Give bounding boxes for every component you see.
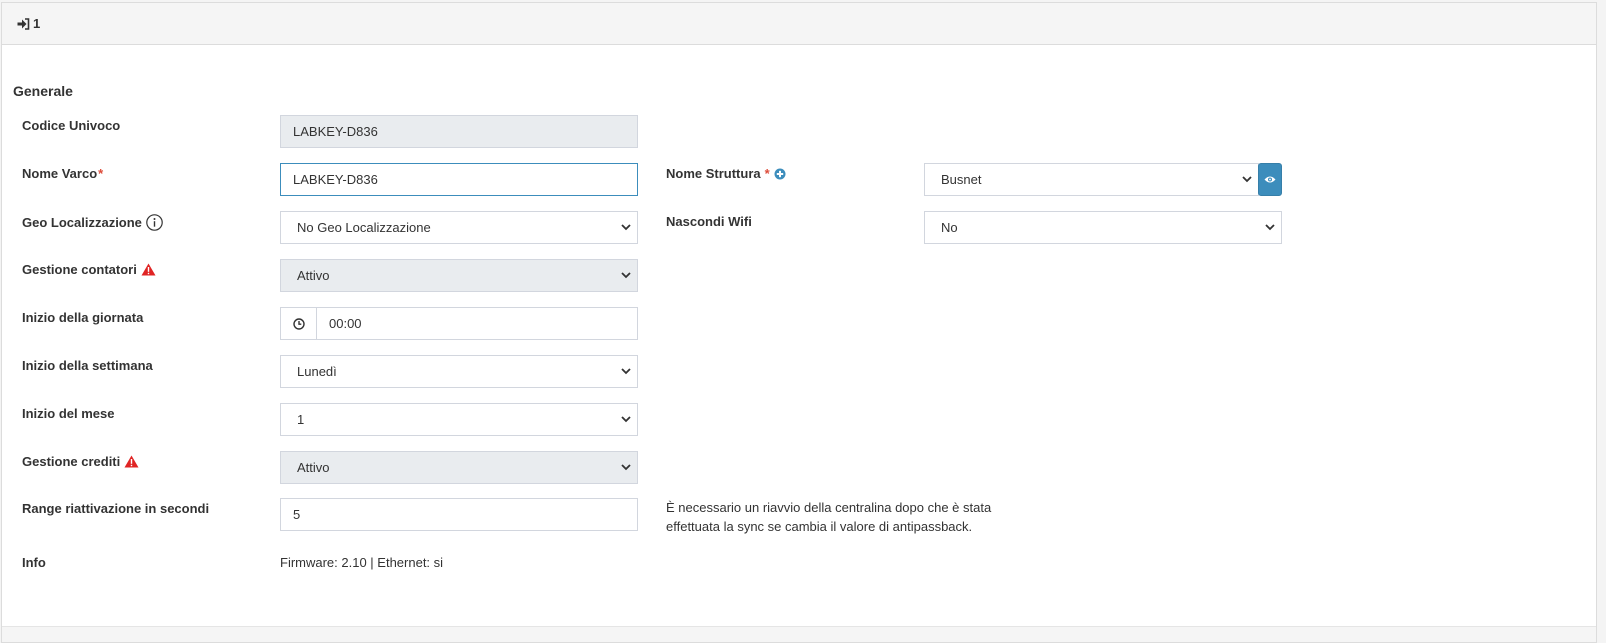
- inizio-giornata-label: Inizio della giornata: [22, 310, 144, 325]
- nome-varco-input[interactable]: LABKEY-D836: [280, 163, 638, 196]
- warning-icon: [124, 455, 139, 468]
- panel-footer: [2, 626, 1596, 642]
- plus-circle-icon[interactable]: [774, 168, 786, 180]
- codice-univoco-input[interactable]: LABKEY-D836: [280, 115, 638, 148]
- view-struttura-button[interactable]: [1258, 163, 1282, 196]
- warning-icon: [141, 263, 156, 276]
- gestione-crediti-select[interactable]: Attivo: [280, 451, 638, 484]
- info-circle-icon[interactable]: [146, 214, 163, 231]
- inizio-settimana-label: Inizio della settimana: [22, 358, 153, 373]
- chevron-down-icon: [1265, 224, 1275, 231]
- panel-title: 1: [33, 16, 41, 31]
- panel-header: 1: [2, 3, 1596, 45]
- range-riattivazione-label: Range riattivazione in secondi: [22, 501, 210, 516]
- gestione-crediti-label: Gestione crediti: [22, 454, 139, 469]
- codice-univoco-label: Codice Univoco: [22, 118, 121, 133]
- required-marker: *: [98, 166, 104, 181]
- range-riattivazione-input[interactable]: 5: [280, 498, 638, 531]
- inizio-giornata-input[interactable]: 00:00: [316, 307, 638, 340]
- info-label: Info: [22, 555, 46, 570]
- section-title: Generale: [13, 83, 73, 99]
- chevron-down-icon: [1242, 176, 1252, 183]
- eye-icon: [1264, 175, 1276, 184]
- clock-icon: [292, 317, 305, 330]
- chevron-down-icon: [621, 416, 631, 423]
- device-panel: 1 Generale Codice Univoco LABKEY-D836 No…: [1, 2, 1597, 643]
- geo-localizzazione-select[interactable]: No Geo Localizzazione: [280, 211, 638, 244]
- nome-struttura-label: Nome Struttura *: [666, 166, 786, 181]
- nascondi-wifi-label: Nascondi Wifi: [666, 214, 752, 229]
- inizio-mese-label: Inizio del mese: [22, 406, 115, 421]
- inizio-settimana-select[interactable]: Lunedì: [280, 355, 638, 388]
- range-help-text: È necessario un riavvio della centralina…: [666, 500, 992, 534]
- chevron-down-icon: [621, 464, 631, 471]
- geo-localizzazione-label: Geo Localizzazione: [22, 214, 163, 231]
- nome-struttura-select[interactable]: Busnet: [924, 163, 1259, 196]
- chevron-down-icon: [621, 272, 631, 279]
- gestione-contatori-label: Gestione contatori: [22, 262, 156, 277]
- chevron-down-icon: [621, 224, 631, 231]
- chevron-down-icon: [621, 368, 631, 375]
- inizio-mese-select[interactable]: 1: [280, 403, 638, 436]
- gestione-contatori-select[interactable]: Attivo: [280, 259, 638, 292]
- required-marker: *: [764, 166, 770, 181]
- time-addon: [280, 307, 317, 340]
- nascondi-wifi-select[interactable]: No: [924, 211, 1282, 244]
- nome-varco-label: Nome Varco *: [22, 166, 104, 181]
- sign-in-icon: [17, 17, 30, 30]
- info-value: Firmware: 2.10 | Ethernet: si: [280, 555, 444, 570]
